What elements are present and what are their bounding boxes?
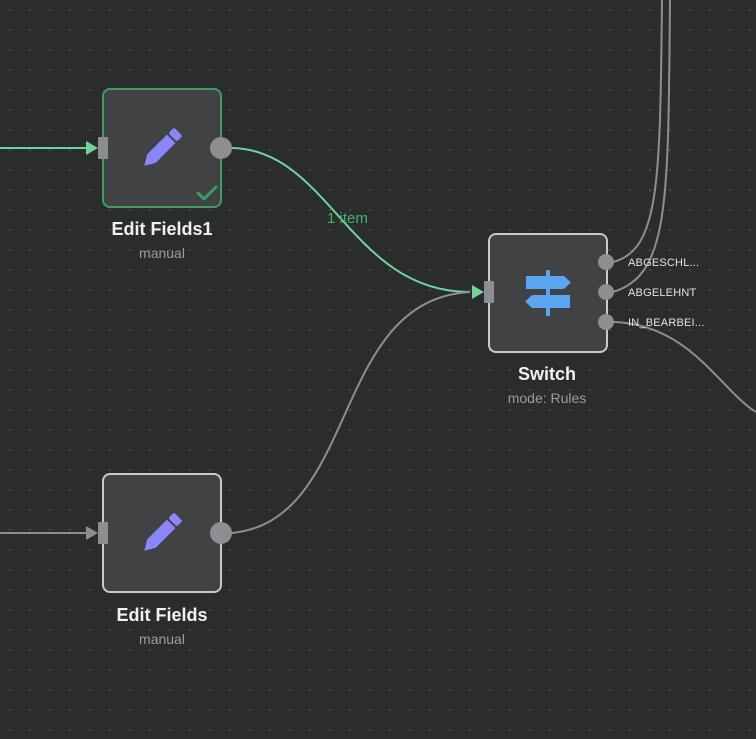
node-subtitle: manual — [139, 245, 185, 261]
success-check-icon — [196, 185, 218, 201]
input-handle-edit-fields1[interactable] — [98, 137, 108, 159]
node-title: Switch — [517, 364, 576, 384]
node-edit-fields1[interactable] — [102, 88, 222, 208]
node-title: Edit Fields1 — [111, 219, 213, 239]
node-title: Edit Fields — [116, 605, 208, 625]
output-handle-switch-2[interactable] — [598, 284, 614, 300]
output-handle-switch-1[interactable] — [598, 254, 614, 270]
connection-switch-output-1[interactable] — [612, 0, 663, 263]
node-subtitle: manual — [139, 631, 185, 647]
connection-arrow — [86, 141, 98, 155]
pencil-icon — [144, 128, 182, 166]
input-handle-edit-fields[interactable] — [98, 522, 108, 544]
node-subtitle: mode: Rules — [507, 390, 587, 406]
input-handle-switch[interactable] — [484, 281, 494, 303]
pencil-icon — [144, 513, 182, 551]
signpost-icon — [525, 270, 571, 316]
connection-item-count-label: 1 item — [327, 210, 368, 227]
switch-output-label: ABGESCHL... — [628, 257, 700, 269]
connection-arrow — [472, 285, 484, 299]
output-handle-switch-3[interactable] — [598, 314, 614, 330]
connection-arrow — [86, 526, 98, 540]
output-handle-edit-fields[interactable] — [210, 522, 232, 544]
node-switch[interactable] — [488, 233, 608, 353]
node-edit-fields[interactable] — [102, 473, 222, 593]
connection-edit-fields-to-switch[interactable] — [231, 291, 471, 534]
workflow-canvas[interactable]: Edit Fields1 manual 1 item Edit Fields m… — [0, 0, 756, 739]
switch-output-label: ABGELEHNT — [628, 287, 697, 299]
output-handle-edit-fields1[interactable] — [210, 137, 232, 159]
switch-output-label: IN_BEARBEI... — [628, 317, 705, 329]
